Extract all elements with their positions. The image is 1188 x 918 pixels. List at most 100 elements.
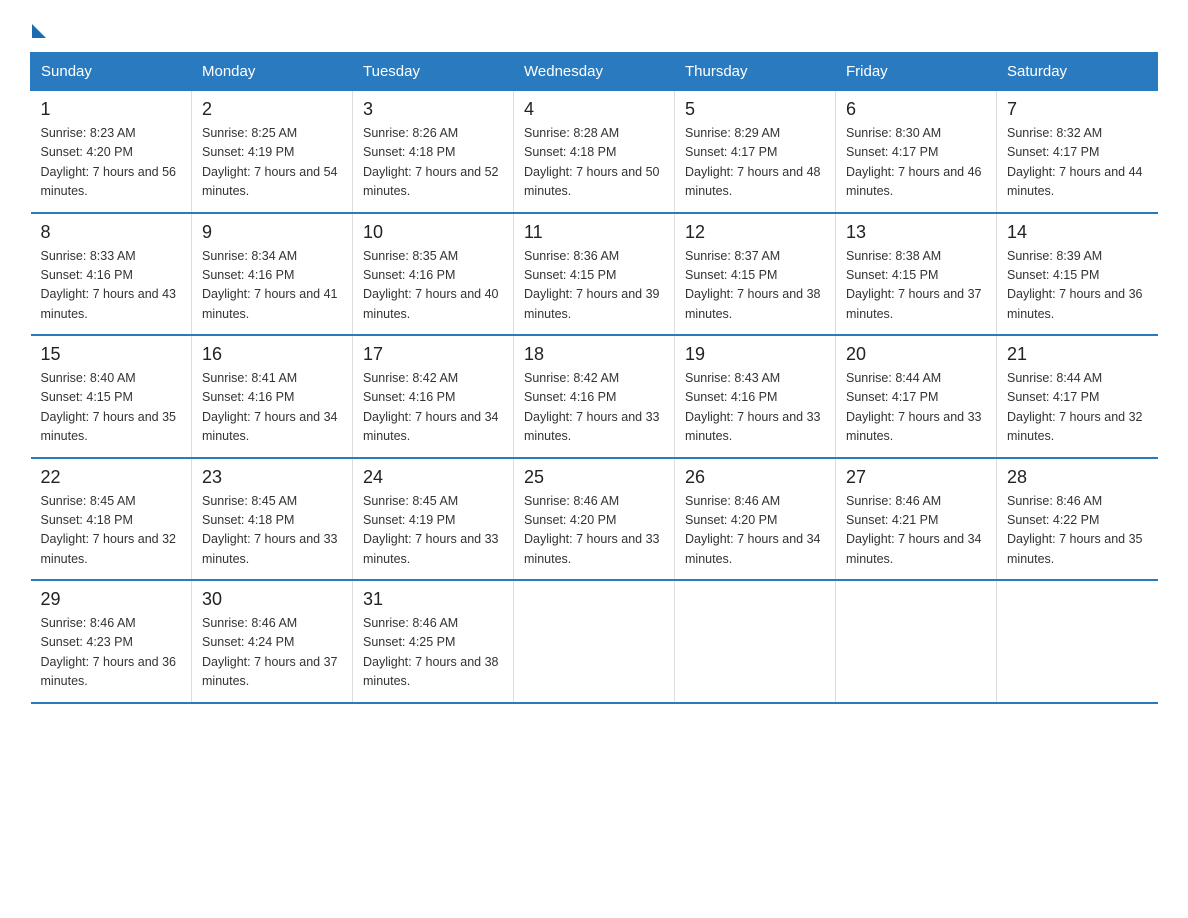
calendar-cell: 25 Sunrise: 8:46 AMSunset: 4:20 PMDaylig… [514, 458, 675, 581]
header-sunday: Sunday [31, 53, 192, 91]
header-monday: Monday [192, 53, 353, 91]
day-number: 19 [685, 344, 825, 365]
day-number: 6 [846, 99, 986, 120]
day-info: Sunrise: 8:37 AMSunset: 4:15 PMDaylight:… [685, 249, 821, 321]
day-number: 11 [524, 222, 664, 243]
day-number: 9 [202, 222, 342, 243]
calendar-cell: 2 Sunrise: 8:25 AMSunset: 4:19 PMDayligh… [192, 91, 353, 213]
day-number: 4 [524, 99, 664, 120]
day-number: 2 [202, 99, 342, 120]
calendar-cell: 27 Sunrise: 8:46 AMSunset: 4:21 PMDaylig… [836, 458, 997, 581]
calendar-cell: 15 Sunrise: 8:40 AMSunset: 4:15 PMDaylig… [31, 335, 192, 458]
header-tuesday: Tuesday [353, 53, 514, 91]
calendar-cell: 20 Sunrise: 8:44 AMSunset: 4:17 PMDaylig… [836, 335, 997, 458]
day-info: Sunrise: 8:34 AMSunset: 4:16 PMDaylight:… [202, 249, 338, 321]
day-info: Sunrise: 8:45 AMSunset: 4:18 PMDaylight:… [202, 494, 338, 566]
calendar-cell: 5 Sunrise: 8:29 AMSunset: 4:17 PMDayligh… [675, 91, 836, 213]
day-info: Sunrise: 8:44 AMSunset: 4:17 PMDaylight:… [1007, 371, 1143, 443]
day-number: 1 [41, 99, 182, 120]
calendar-cell: 19 Sunrise: 8:43 AMSunset: 4:16 PMDaylig… [675, 335, 836, 458]
calendar-cell: 6 Sunrise: 8:30 AMSunset: 4:17 PMDayligh… [836, 91, 997, 213]
calendar-table: SundayMondayTuesdayWednesdayThursdayFrid… [30, 52, 1158, 704]
calendar-cell: 11 Sunrise: 8:36 AMSunset: 4:15 PMDaylig… [514, 213, 675, 336]
calendar-cell: 23 Sunrise: 8:45 AMSunset: 4:18 PMDaylig… [192, 458, 353, 581]
calendar-cell: 1 Sunrise: 8:23 AMSunset: 4:20 PMDayligh… [31, 91, 192, 213]
day-number: 25 [524, 467, 664, 488]
logo [30, 20, 46, 34]
day-number: 28 [1007, 467, 1148, 488]
day-number: 12 [685, 222, 825, 243]
header-saturday: Saturday [997, 53, 1158, 91]
day-info: Sunrise: 8:46 AMSunset: 4:20 PMDaylight:… [524, 494, 660, 566]
day-number: 8 [41, 222, 182, 243]
day-info: Sunrise: 8:32 AMSunset: 4:17 PMDaylight:… [1007, 126, 1143, 198]
day-number: 14 [1007, 222, 1148, 243]
day-number: 31 [363, 589, 503, 610]
calendar-cell [675, 580, 836, 703]
calendar-cell: 31 Sunrise: 8:46 AMSunset: 4:25 PMDaylig… [353, 580, 514, 703]
calendar-cell: 7 Sunrise: 8:32 AMSunset: 4:17 PMDayligh… [997, 91, 1158, 213]
day-info: Sunrise: 8:39 AMSunset: 4:15 PMDaylight:… [1007, 249, 1143, 321]
day-info: Sunrise: 8:25 AMSunset: 4:19 PMDaylight:… [202, 126, 338, 198]
day-info: Sunrise: 8:23 AMSunset: 4:20 PMDaylight:… [41, 126, 177, 198]
day-info: Sunrise: 8:36 AMSunset: 4:15 PMDaylight:… [524, 249, 660, 321]
calendar-cell: 17 Sunrise: 8:42 AMSunset: 4:16 PMDaylig… [353, 335, 514, 458]
day-info: Sunrise: 8:26 AMSunset: 4:18 PMDaylight:… [363, 126, 499, 198]
calendar-cell: 26 Sunrise: 8:46 AMSunset: 4:20 PMDaylig… [675, 458, 836, 581]
calendar-week-row: 15 Sunrise: 8:40 AMSunset: 4:15 PMDaylig… [31, 335, 1158, 458]
day-info: Sunrise: 8:43 AMSunset: 4:16 PMDaylight:… [685, 371, 821, 443]
day-number: 29 [41, 589, 182, 610]
calendar-cell [997, 580, 1158, 703]
day-info: Sunrise: 8:29 AMSunset: 4:17 PMDaylight:… [685, 126, 821, 198]
day-info: Sunrise: 8:42 AMSunset: 4:16 PMDaylight:… [524, 371, 660, 443]
day-number: 13 [846, 222, 986, 243]
calendar-week-row: 29 Sunrise: 8:46 AMSunset: 4:23 PMDaylig… [31, 580, 1158, 703]
day-info: Sunrise: 8:45 AMSunset: 4:19 PMDaylight:… [363, 494, 499, 566]
calendar-cell [836, 580, 997, 703]
calendar-week-row: 1 Sunrise: 8:23 AMSunset: 4:20 PMDayligh… [31, 91, 1158, 213]
day-info: Sunrise: 8:46 AMSunset: 4:21 PMDaylight:… [846, 494, 982, 566]
day-number: 30 [202, 589, 342, 610]
day-info: Sunrise: 8:41 AMSunset: 4:16 PMDaylight:… [202, 371, 338, 443]
day-number: 3 [363, 99, 503, 120]
calendar-cell: 16 Sunrise: 8:41 AMSunset: 4:16 PMDaylig… [192, 335, 353, 458]
day-number: 22 [41, 467, 182, 488]
calendar-cell: 30 Sunrise: 8:46 AMSunset: 4:24 PMDaylig… [192, 580, 353, 703]
day-info: Sunrise: 8:33 AMSunset: 4:16 PMDaylight:… [41, 249, 177, 321]
calendar-cell: 18 Sunrise: 8:42 AMSunset: 4:16 PMDaylig… [514, 335, 675, 458]
calendar-cell: 21 Sunrise: 8:44 AMSunset: 4:17 PMDaylig… [997, 335, 1158, 458]
day-info: Sunrise: 8:45 AMSunset: 4:18 PMDaylight:… [41, 494, 177, 566]
calendar-cell: 24 Sunrise: 8:45 AMSunset: 4:19 PMDaylig… [353, 458, 514, 581]
header-friday: Friday [836, 53, 997, 91]
calendar-cell: 3 Sunrise: 8:26 AMSunset: 4:18 PMDayligh… [353, 91, 514, 213]
calendar-cell: 9 Sunrise: 8:34 AMSunset: 4:16 PMDayligh… [192, 213, 353, 336]
day-number: 5 [685, 99, 825, 120]
day-number: 10 [363, 222, 503, 243]
day-number: 18 [524, 344, 664, 365]
day-info: Sunrise: 8:46 AMSunset: 4:22 PMDaylight:… [1007, 494, 1143, 566]
day-number: 26 [685, 467, 825, 488]
day-info: Sunrise: 8:46 AMSunset: 4:25 PMDaylight:… [363, 616, 499, 688]
day-info: Sunrise: 8:46 AMSunset: 4:23 PMDaylight:… [41, 616, 177, 688]
page-header [30, 20, 1158, 34]
calendar-cell: 13 Sunrise: 8:38 AMSunset: 4:15 PMDaylig… [836, 213, 997, 336]
day-info: Sunrise: 8:35 AMSunset: 4:16 PMDaylight:… [363, 249, 499, 321]
day-number: 17 [363, 344, 503, 365]
calendar-cell [514, 580, 675, 703]
day-number: 16 [202, 344, 342, 365]
calendar-cell: 28 Sunrise: 8:46 AMSunset: 4:22 PMDaylig… [997, 458, 1158, 581]
day-number: 27 [846, 467, 986, 488]
day-number: 20 [846, 344, 986, 365]
day-info: Sunrise: 8:46 AMSunset: 4:24 PMDaylight:… [202, 616, 338, 688]
calendar-cell: 29 Sunrise: 8:46 AMSunset: 4:23 PMDaylig… [31, 580, 192, 703]
calendar-cell: 10 Sunrise: 8:35 AMSunset: 4:16 PMDaylig… [353, 213, 514, 336]
day-number: 15 [41, 344, 182, 365]
day-info: Sunrise: 8:28 AMSunset: 4:18 PMDaylight:… [524, 126, 660, 198]
calendar-week-row: 8 Sunrise: 8:33 AMSunset: 4:16 PMDayligh… [31, 213, 1158, 336]
day-info: Sunrise: 8:40 AMSunset: 4:15 PMDaylight:… [41, 371, 177, 443]
day-info: Sunrise: 8:44 AMSunset: 4:17 PMDaylight:… [846, 371, 982, 443]
calendar-week-row: 22 Sunrise: 8:45 AMSunset: 4:18 PMDaylig… [31, 458, 1158, 581]
day-number: 21 [1007, 344, 1148, 365]
calendar-cell: 8 Sunrise: 8:33 AMSunset: 4:16 PMDayligh… [31, 213, 192, 336]
day-info: Sunrise: 8:42 AMSunset: 4:16 PMDaylight:… [363, 371, 499, 443]
